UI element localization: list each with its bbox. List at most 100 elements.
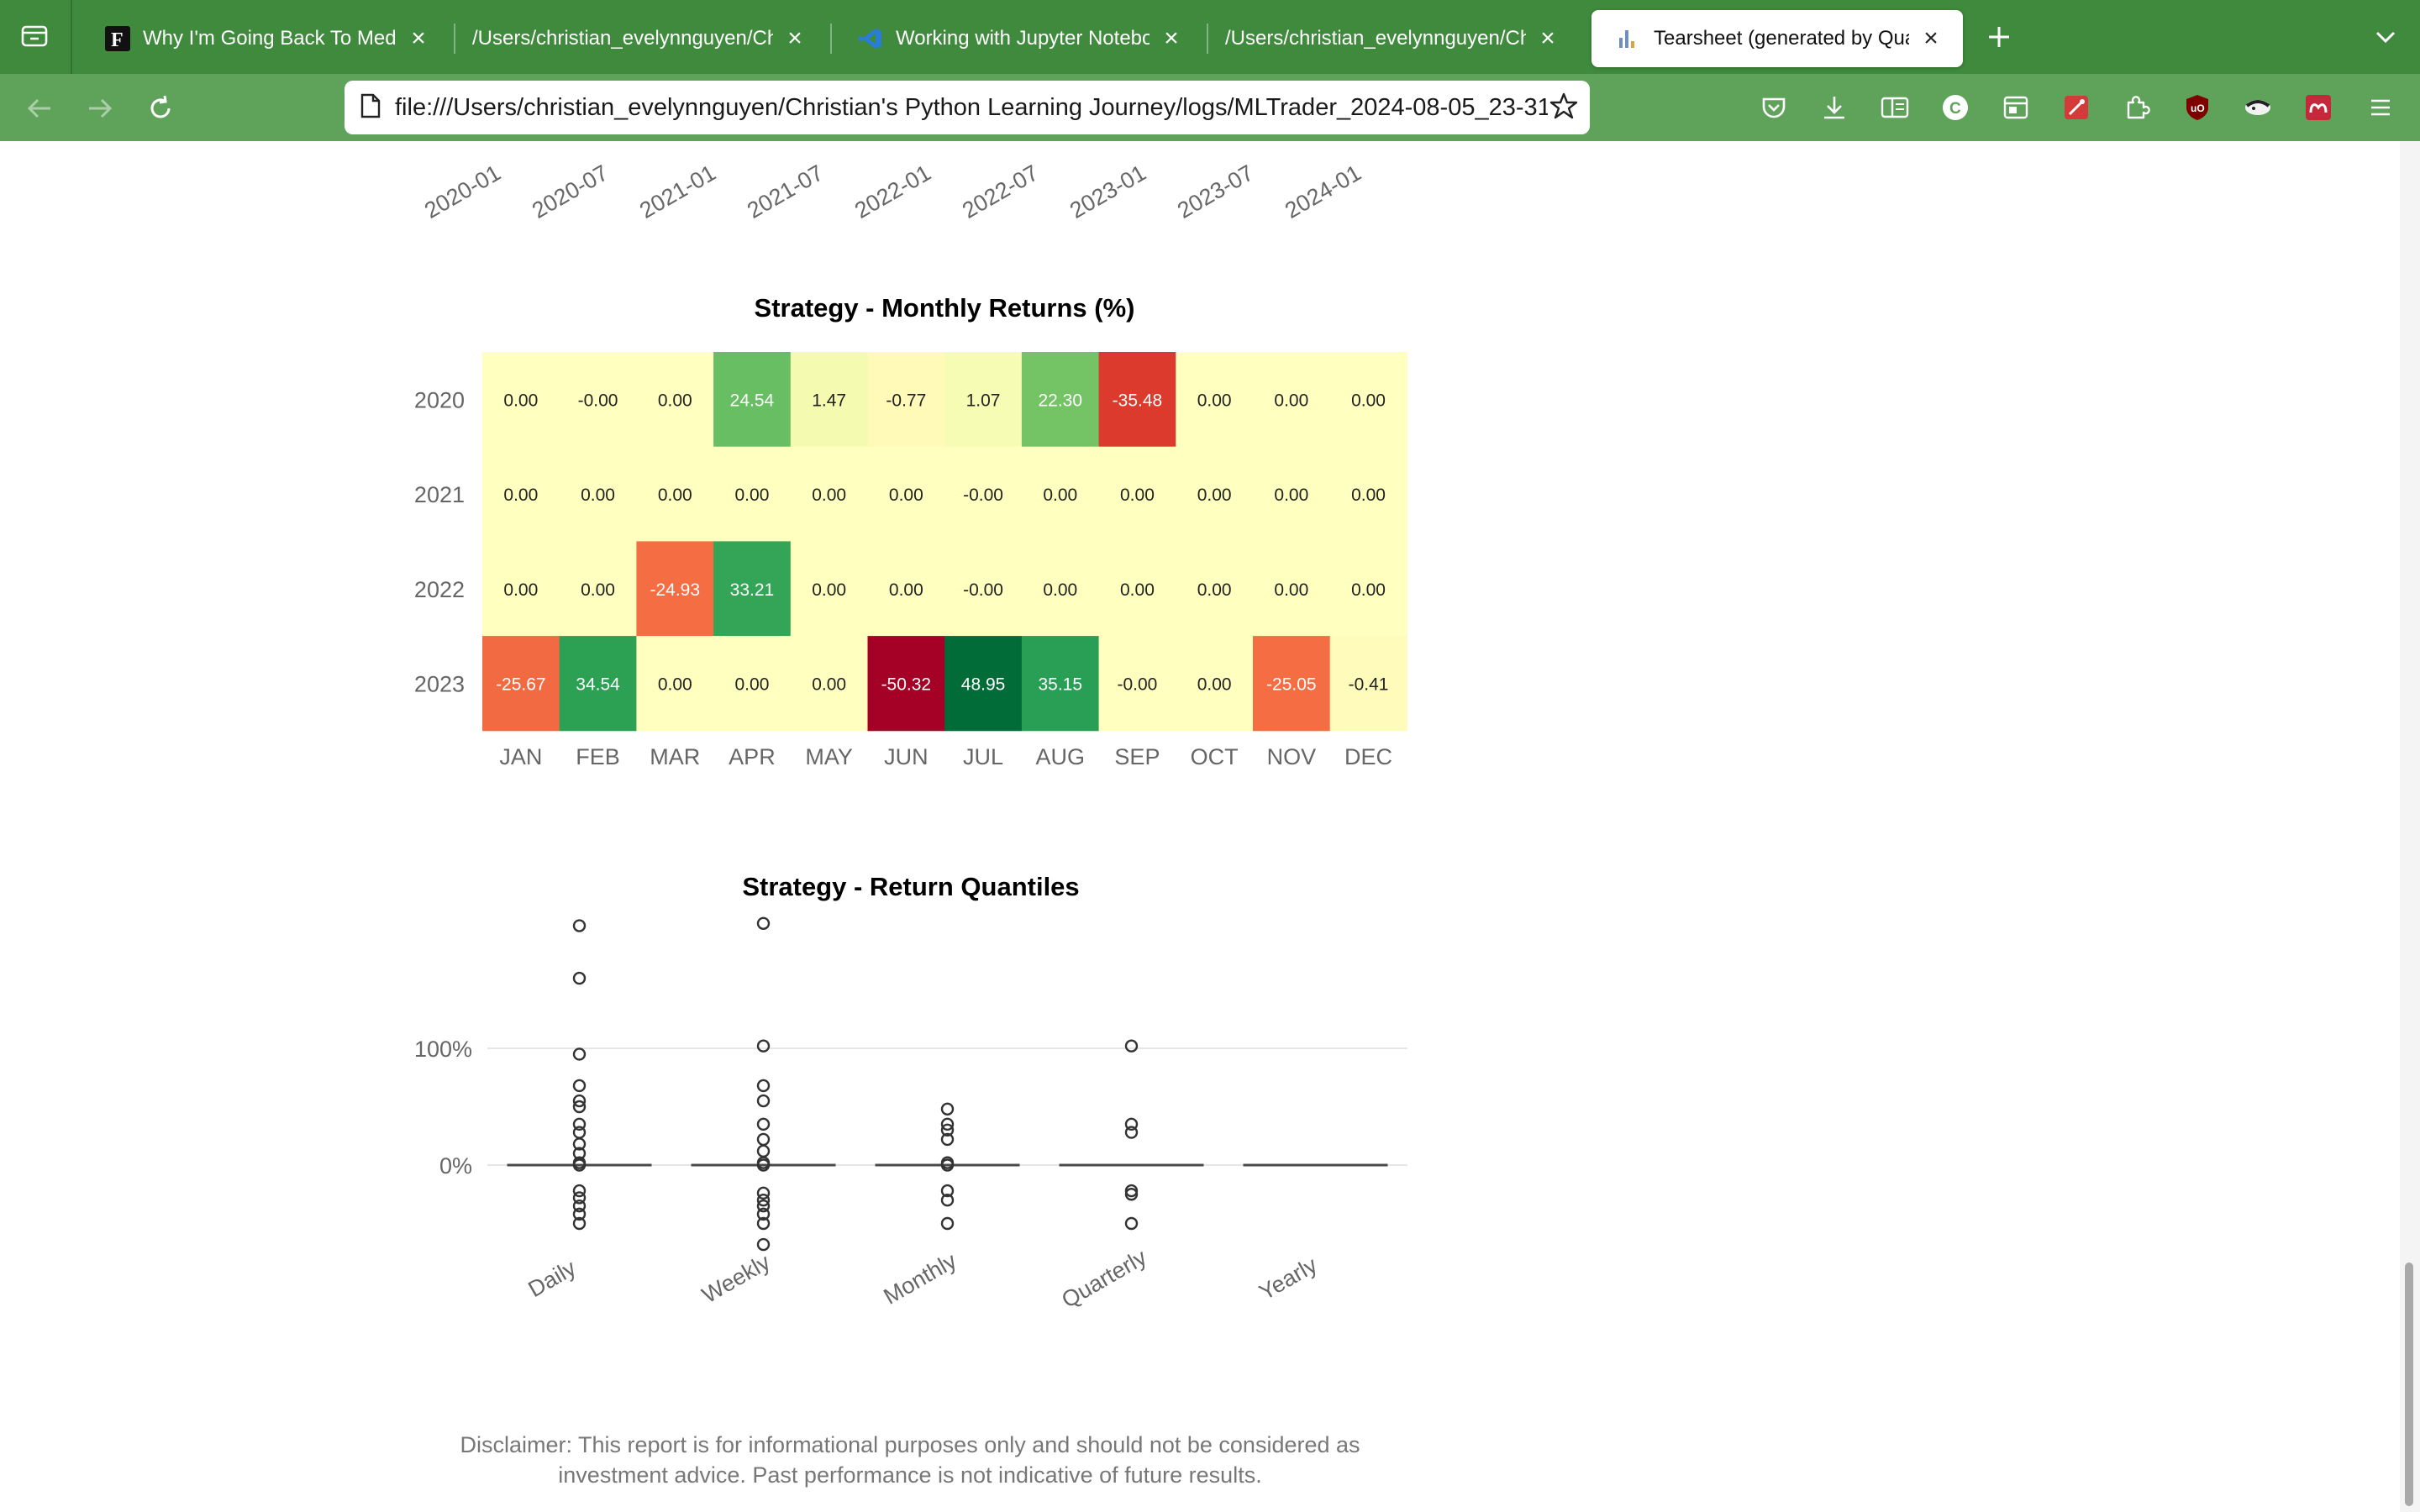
outlier-point — [940, 1216, 955, 1231]
tab-title: Working with Jupyter Notebooks — [896, 27, 1150, 50]
heatmap-cell-label: 0.00 — [1274, 486, 1308, 505]
url-input[interactable] — [393, 92, 1549, 123]
reload-icon[interactable] — [141, 89, 180, 128]
quantile-box — [507, 1163, 652, 1167]
tab-title: /Users/christian_evelynnguyen/Christian'… — [1225, 27, 1526, 50]
category-label: Yearly — [1255, 1252, 1322, 1305]
list-all-tabs-icon[interactable] — [2366, 18, 2405, 56]
tab-medical-article[interactable]: F Why I'm Going Back To Medical × — [81, 10, 450, 67]
heatmap-cell-label: -0.00 — [963, 580, 1003, 600]
ublock-origin-icon[interactable]: uO — [2178, 88, 2217, 127]
heatmap-cell-label: 0.00 — [1043, 486, 1077, 505]
heatmap-column-label: OCT — [1191, 744, 1239, 769]
page-scrollbar[interactable] — [2400, 141, 2420, 1512]
app-menu-icon[interactable] — [2361, 88, 2400, 127]
heatmap-column-label: JUN — [884, 744, 929, 769]
outlier-point — [756, 1079, 771, 1093]
top-axis-tick-label: 2022-07 — [958, 160, 1043, 223]
scrollbar-thumb[interactable] — [2405, 1263, 2413, 1506]
forward-icon[interactable] — [81, 89, 119, 128]
quantiles-title: Strategy - Return Quantiles — [742, 872, 1079, 901]
heatmap-column-label: MAR — [650, 744, 700, 769]
vscode-icon — [857, 25, 884, 52]
quantile-box — [875, 1163, 1020, 1167]
extensions-puzzle-icon[interactable] — [2118, 88, 2156, 127]
y-tick-label: 0% — [439, 1153, 472, 1179]
close-icon[interactable]: × — [1919, 26, 1943, 51]
top-axis-tick-label: 2023-01 — [1065, 160, 1150, 223]
disclaimer-text: Disclaimer: This report is for informati… — [460, 1432, 1360, 1488]
heatmap-column-label: NOV — [1267, 744, 1317, 769]
svg-text:C: C — [1949, 100, 1961, 118]
tab-file-path-1[interactable]: /Users/christian_evelynnguyen/Christian'… — [457, 10, 827, 67]
quantile-box — [1059, 1163, 1204, 1167]
bar-chart-icon — [1615, 25, 1642, 52]
close-icon[interactable]: × — [783, 26, 807, 51]
heatmap-row-label: 2020 — [414, 387, 465, 412]
firefox-view-icon[interactable] — [15, 17, 54, 55]
category-label: Weekly — [697, 1249, 775, 1308]
outlier-point — [1124, 1216, 1139, 1231]
pocket-icon[interactable] — [1754, 88, 1793, 127]
privacy-badger-icon[interactable] — [2238, 88, 2277, 127]
new-tab-icon[interactable] — [1980, 18, 2018, 56]
monthly-returns-heatmap: Strategy - Monthly Returns (%) 0.00 -0.00 0… — [414, 293, 1407, 769]
heatmap-cell-label: 0.00 — [658, 675, 692, 694]
top-axis-tick-label: 2024-01 — [1281, 160, 1365, 223]
tearsheet-page: 2020-01 2020-07 2021-01 2021-07 2022-01 2022-… — [0, 141, 2400, 1512]
heatmap-cell-label: 24.54 — [730, 391, 775, 410]
navigation-toolbar: C uO — [0, 74, 2420, 141]
heatmap-row-label: 2021 — [414, 482, 465, 507]
outlier-point — [572, 1184, 587, 1198]
outlier-point — [1124, 1039, 1139, 1053]
heatmap-cell-label: 35.15 — [1038, 675, 1082, 694]
mendeley-icon[interactable] — [2299, 88, 2338, 127]
heatmap-cell-label: 0.00 — [812, 486, 846, 505]
back-icon[interactable] — [20, 89, 59, 128]
tab-separator — [830, 24, 832, 54]
outlier-point — [756, 1039, 771, 1053]
heatmap-cell-label: 0.00 — [1274, 580, 1308, 600]
top-axis-tick-label: 2020-01 — [420, 160, 505, 223]
outlier-point — [572, 1117, 587, 1131]
outlier-point — [756, 1132, 771, 1147]
heatmap-column-label: DEC — [1344, 744, 1392, 769]
category-label: Daily — [524, 1255, 581, 1302]
outlier-point — [756, 1117, 771, 1131]
heatmap-cell-label: 0.00 — [1120, 486, 1155, 505]
tab-file-path-2[interactable]: /Users/christian_evelynnguyen/Christian'… — [1210, 10, 1580, 67]
heatmap-cell-label: 22.30 — [1038, 391, 1082, 410]
downloads-icon[interactable] — [1815, 88, 1854, 127]
heatmap-cell-label: 0.00 — [1351, 486, 1386, 505]
tab-title: Why I'm Going Back To Medical — [143, 27, 397, 50]
tab-jupyter-notebooks[interactable]: Working with Jupyter Notebooks × — [834, 10, 1203, 67]
bookmark-star-icon[interactable] — [1549, 92, 1578, 124]
heatmap-cell-label: 0.00 — [658, 486, 692, 505]
close-icon[interactable]: × — [1536, 26, 1560, 51]
address-bar[interactable] — [345, 81, 1590, 134]
heatmap-cell-label: 0.00 — [812, 675, 846, 694]
heatmap-cell-label: 0.00 — [1120, 580, 1155, 600]
heatmap-cell-label: -0.00 — [1118, 675, 1158, 694]
tearsheet-charts: 2020-01 2020-07 2021-01 2021-07 2022-01 2022-… — [414, 160, 1407, 1313]
outlier-point — [756, 1186, 771, 1200]
top-axis-tick-label: 2022-01 — [850, 160, 935, 223]
color-picker-extension-icon[interactable] — [2057, 88, 2096, 127]
reader-view-icon[interactable] — [1876, 88, 1914, 127]
heatmap-cell-label: -0.00 — [963, 486, 1003, 505]
close-icon[interactable]: × — [407, 26, 430, 51]
heatmap-cell-label: 0.00 — [735, 675, 770, 694]
tab-title: Tearsheet (generated by QuantStats) — [1654, 27, 1909, 50]
tab-tearsheet[interactable]: Tearsheet (generated by QuantStats) × — [1591, 10, 1963, 67]
heatmap-cell-label: 0.00 — [503, 486, 538, 505]
heatmap-cell-label: -0.00 — [578, 391, 618, 410]
screenshot-extension-icon[interactable] — [1996, 88, 2035, 127]
heatmap-cell-label: 1.07 — [966, 391, 1001, 410]
heatmap-cell-label: 0.00 — [658, 391, 692, 410]
account-c-icon[interactable]: C — [1936, 88, 1975, 127]
heatmap-cell-label: 0.00 — [812, 580, 846, 600]
close-icon[interactable]: × — [1160, 26, 1183, 51]
heatmap-cell-label: 0.00 — [1274, 391, 1308, 410]
outlier-point — [572, 1047, 587, 1061]
heatmap-cell-label: 1.47 — [812, 391, 846, 410]
